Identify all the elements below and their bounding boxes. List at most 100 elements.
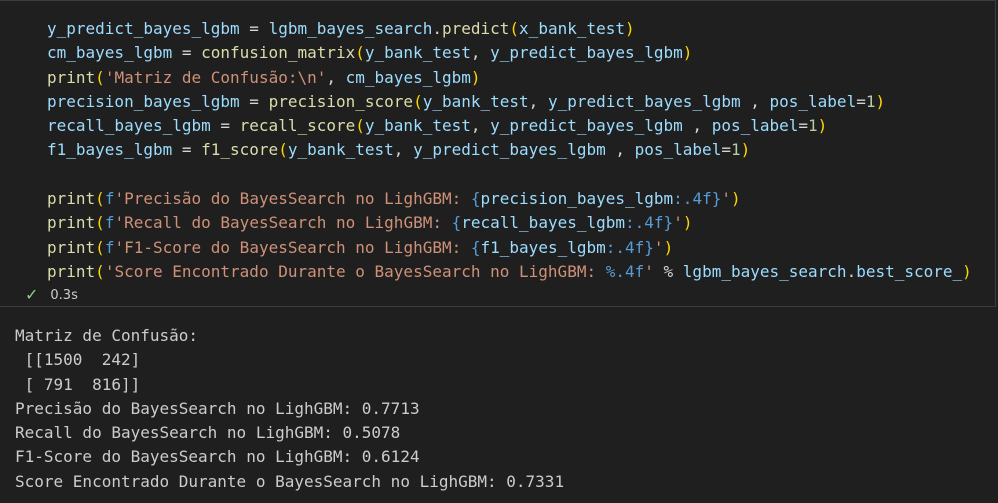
code-token: { [451,213,462,233]
code-token: , [326,67,346,87]
code-token: ( [95,237,105,257]
code-token: ) [875,91,886,111]
code-token: pos_label [634,140,722,160]
code-token: print [47,237,96,257]
code-line[interactable]: y_predict_bayes_lgbm = lgbm_bayes_search… [47,17,972,41]
code-line[interactable]: print(f'Recall do BayesSearch no LighGBM… [47,211,972,235]
code-token: best_score_ [856,261,963,281]
code-token: precision_score [268,91,414,111]
code-token: :.4f} [605,237,654,257]
code-token: , [393,140,414,160]
output-line: Precisão do BayesSearch no LighGBM: 0.77… [15,398,420,418]
code-token: = [249,19,269,38]
code-token: , [470,116,491,136]
code-token: pos_label [769,91,857,111]
code-token: y_predict_bayes_lgbm [413,140,616,160]
output-line: [ 791 816]] [15,374,141,394]
code-line[interactable]: print(f'F1-Score do BayesSearch no LighG… [47,236,972,260]
output-line: Score Encontrado Durante o BayesSearch n… [15,471,565,491]
output-line: [[1500 242] [15,350,141,370]
code-token: = [856,91,866,111]
code-token: %.4f [605,261,645,281]
code-token: 'Score Encontrado Durante o BayesSearch … [104,261,606,281]
code-token: recall_score [239,116,356,136]
code-token: y_bank_test [287,140,394,160]
code-token: recall_bayes_lgbm [461,213,626,233]
code-token: ( [509,19,520,38]
code-line[interactable]: precision_bayes_lgbm = precision_score(y… [47,90,972,114]
code-token: , [750,91,770,111]
code-token: ' [653,237,664,257]
code-token: f [104,213,115,233]
code-token: { [470,189,481,209]
cell-output: Matriz de Confusão: [[1500 242] [ 791 81… [15,324,564,494]
code-token: y_bank_test [364,116,471,136]
code-token: ' [644,261,654,281]
code-token: predict [441,19,510,38]
code-token: 'Precisão do BayesSearch no LighGBM: [114,189,471,209]
code-token: f [104,189,115,209]
check-icon: ✓ [25,285,39,304]
code-token: f1_bayes_lgbm [47,140,182,160]
code-token: pos_label [711,116,799,136]
code-token: ) [962,261,972,281]
code-token: cm_bayes_lgbm [47,43,182,63]
code-token: print [47,261,96,281]
code-token: , [615,140,635,160]
code-token: :.4f} [673,189,722,209]
code-token: ( [95,213,105,233]
code-token: precision_bayes_lgbm [47,91,250,111]
code-token: y_predict_bayes_lgbm [490,43,683,63]
code-token: . [432,19,442,38]
code-token: ( [95,189,105,209]
code-token: ( [413,91,423,111]
code-line[interactable] [47,163,972,187]
code-cell[interactable]: y_predict_bayes_lgbm = lgbm_bayes_search… [0,0,996,307]
code-token: , [470,43,491,63]
code-line[interactable]: recall_bayes_lgbm = recall_score(y_bank_… [47,114,972,138]
code-line[interactable]: print(f'Precisão do BayesSearch no LighG… [47,187,972,211]
code-token: ( [95,261,105,281]
code-token: y_bank_test [422,91,529,111]
code-token: ) [663,237,674,257]
code-token: % [653,261,683,281]
output-line: Recall do BayesSearch no LighGBM: 0.5078 [15,423,401,443]
code-line[interactable]: f1_bayes_lgbm = f1_score(y_bank_test, y_… [47,138,972,162]
code-token: , [528,91,548,111]
code-token: recall_bayes_lgbm [47,116,221,136]
code-token: ' [673,213,683,233]
code-token: ( [278,140,288,160]
code-token: . [846,261,857,281]
execution-status: ✓ 0.3s [25,287,78,303]
code-editor[interactable]: y_predict_bayes_lgbm = lgbm_bayes_search… [47,17,972,284]
code-token: = [181,140,202,160]
code-token: lgbm_bayes_search [682,261,847,281]
code-token: 'Recall do BayesSearch no LighGBM: [114,213,452,233]
code-token: x_bank_test [519,19,626,38]
code-token: , [692,116,712,136]
code-token: ' [721,189,731,209]
code-token: lgbm_bayes_search [268,19,433,38]
code-token: ( [95,67,105,87]
code-token: y_bank_test [364,43,471,63]
code-token: ) [740,140,751,160]
code-token: = [181,43,202,63]
code-token: ) [817,116,828,136]
code-line[interactable]: print('Score Encontrado Durante o BayesS… [47,260,972,284]
code-token: 'F1-Score do BayesSearch no LighGBM: [114,237,471,257]
code-token: = [721,140,731,160]
code-token: y_predict_bayes_lgbm [547,91,751,111]
code-line[interactable]: print('Matriz de Confusão:\n', cm_bayes_… [47,66,972,90]
code-token: print [47,213,96,233]
code-token: f1_bayes_lgbm [480,237,606,257]
code-token: f [104,237,115,257]
code-line[interactable]: cm_bayes_lgbm = confusion_matrix(y_bank_… [47,41,972,65]
code-token: ) [730,189,741,209]
code-token: ) [682,213,693,233]
code-token: :.4f} [625,213,674,233]
code-token: 1 [808,116,818,136]
code-token: f1_score [201,140,279,160]
code-token: precision_bayes_lgbm [480,189,674,209]
code-token: ) [625,19,635,38]
output-line: F1-Score do BayesSearch no LighGBM: 0.61… [15,447,420,467]
